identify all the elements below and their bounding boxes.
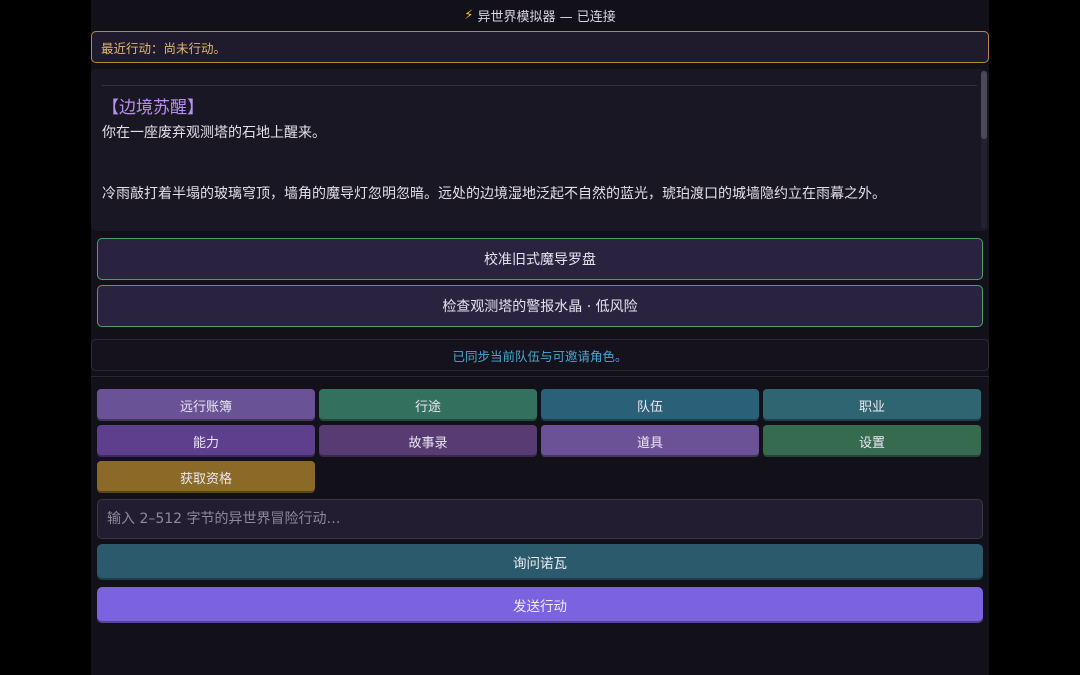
nav-button-settings[interactable]: 设置 xyxy=(763,425,981,457)
nav-button-get-access[interactable]: 获取资格 xyxy=(97,461,315,493)
nav-button-class[interactable]: 职业 xyxy=(763,389,981,421)
send-action-button[interactable]: 发送行动 xyxy=(97,587,983,623)
nav-button-story-log[interactable]: 故事录 xyxy=(319,425,537,457)
recent-action-text: 最近行动：尚未行动。 xyxy=(101,40,227,56)
title-bar: ⚡ 异世界模拟器 — 已连接 xyxy=(91,0,989,30)
lightning-bolt-icon: ⚡ xyxy=(464,7,474,23)
section-divider xyxy=(91,376,989,377)
story-divider xyxy=(102,85,977,86)
nav-button-abilities[interactable]: 能力 xyxy=(97,425,315,457)
sync-status-text: 已同步当前队伍与可邀请角色。 xyxy=(452,348,628,364)
story-panel: 【边境苏醒】 你在一座废弃观测塔的石地上醒来。 冷雨敲打着半塌的玻璃穹顶，墙角的… xyxy=(91,69,989,231)
story-scrollbar-thumb[interactable] xyxy=(981,71,987,139)
nav-button-party[interactable]: 队伍 xyxy=(541,389,759,421)
app-title: 异世界模拟器 — 已连接 xyxy=(477,9,616,25)
recent-action-banner: 最近行动：尚未行动。 xyxy=(91,31,989,63)
story-paragraph: 冷雨敲打着半塌的玻璃穹顶，墙角的魔导灯忽明忽暗。远处的边境湿地泛起不自然的蓝光，… xyxy=(102,186,886,202)
nav-button-items[interactable]: 道具 xyxy=(541,425,759,457)
choice-button-calibrate-compass[interactable]: 校准旧式魔导罗盘 xyxy=(97,238,983,280)
story-paragraph: 你在一座废弃观测塔的石地上醒来。 xyxy=(102,125,326,141)
nav-button-travel-ledger[interactable]: 远行账簿 xyxy=(97,389,315,421)
app-window: ⚡ 异世界模拟器 — 已连接 最近行动：尚未行动。 【边境苏醒】 你在一座废弃观… xyxy=(91,0,989,675)
nav-button-journey[interactable]: 行途 xyxy=(319,389,537,421)
sync-status-bar: 已同步当前队伍与可邀请角色。 xyxy=(91,339,989,371)
action-input[interactable] xyxy=(97,499,983,539)
story-title: 【边境苏醒】 xyxy=(102,98,204,118)
choice-button-check-alarm-crystal[interactable]: 检查观测塔的警报水晶 · 低风险 xyxy=(97,285,983,327)
ask-nova-button[interactable]: 询问诺瓦 xyxy=(97,544,983,580)
